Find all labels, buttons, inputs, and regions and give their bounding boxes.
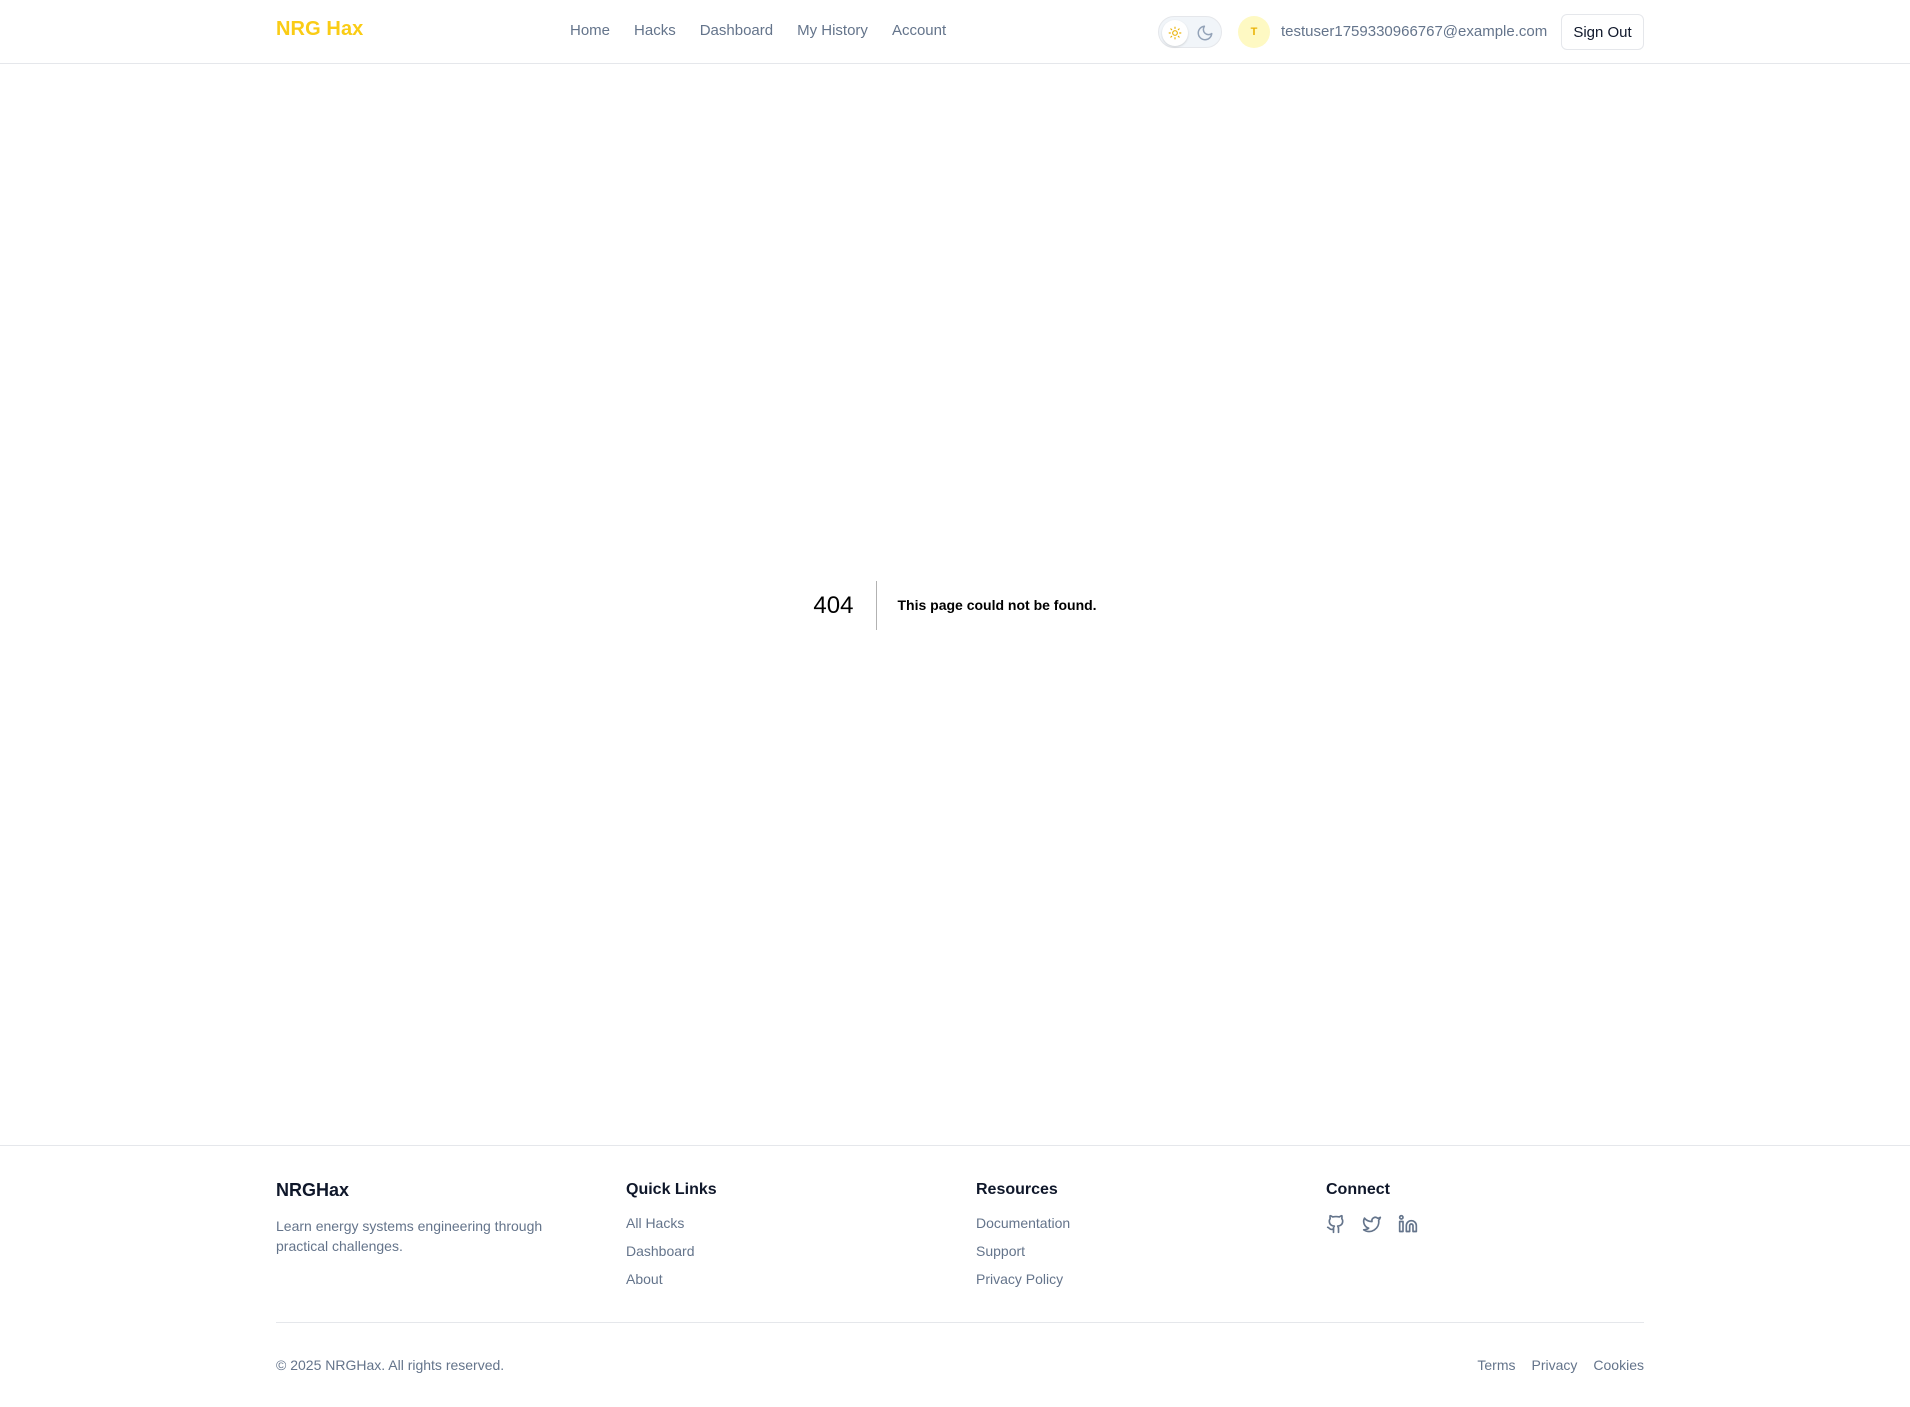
main-nav: Home Hacks Dashboard My History Account [570, 21, 946, 41]
footer-description: Learn energy systems engineering through… [276, 1218, 543, 1254]
legal-links: Terms Privacy Cookies [1477, 1356, 1644, 1374]
error-description: This page could not be found. [897, 596, 1097, 613]
twitter-icon[interactable] [1362, 1214, 1382, 1239]
resources-heading: Resources [976, 1181, 1058, 1198]
footer-quick-links: Quick Links All Hacks Dashboard About [626, 1180, 717, 1288]
user-email: testuser1759330966767@example.com [1281, 23, 1548, 40]
footer-divider [276, 1322, 1644, 1323]
nav-hacks[interactable]: Hacks [634, 21, 676, 41]
nav-dashboard[interactable]: Dashboard [700, 21, 773, 41]
linkedin-icon[interactable] [1398, 1214, 1418, 1239]
footer-link-about[interactable]: About [626, 1270, 717, 1288]
footer-brand: NRGHax [276, 1180, 350, 1200]
not-found-message: 404 This page could not be found. [0, 580, 1910, 630]
nav-my-history[interactable]: My History [797, 21, 868, 41]
footer-resources: Resources Documentation Support Privacy … [976, 1180, 1070, 1288]
nav-account[interactable]: Account [892, 21, 946, 41]
github-icon[interactable] [1326, 1214, 1346, 1239]
footer-link-support[interactable]: Support [976, 1242, 1070, 1260]
error-code: 404 [813, 580, 878, 630]
footer-link-documentation[interactable]: Documentation [976, 1214, 1070, 1232]
brand-logo-link[interactable]: NRG Hax [276, 18, 363, 41]
user-avatar: T [1238, 16, 1270, 48]
footer-about: NRGHax Learn energy systems engineering … [276, 1180, 576, 1256]
footer-connect: Connect [1326, 1180, 1418, 1239]
quick-links-heading: Quick Links [626, 1181, 717, 1198]
legal-link-privacy[interactable]: Privacy [1532, 1356, 1578, 1374]
footer-link-dashboard[interactable]: Dashboard [626, 1242, 717, 1260]
sign-out-button[interactable]: Sign Out [1561, 14, 1644, 50]
site-header: NRG Hax Home Hacks Dashboard My History … [0, 0, 1910, 64]
footer-link-privacy-policy[interactable]: Privacy Policy [976, 1270, 1070, 1288]
sun-icon[interactable] [1162, 20, 1188, 46]
legal-link-cookies[interactable]: Cookies [1593, 1356, 1644, 1374]
connect-heading: Connect [1326, 1181, 1390, 1198]
theme-toggle[interactable] [1158, 16, 1222, 48]
copyright-text: © 2025 NRGHax. All rights reserved. [276, 1357, 505, 1373]
legal-link-terms[interactable]: Terms [1477, 1356, 1515, 1374]
moon-icon[interactable] [1194, 22, 1216, 44]
footer-link-all-hacks[interactable]: All Hacks [626, 1214, 717, 1232]
nav-home[interactable]: Home [570, 21, 610, 41]
site-footer: NRGHax Learn energy systems engineering … [0, 1145, 1910, 1407]
